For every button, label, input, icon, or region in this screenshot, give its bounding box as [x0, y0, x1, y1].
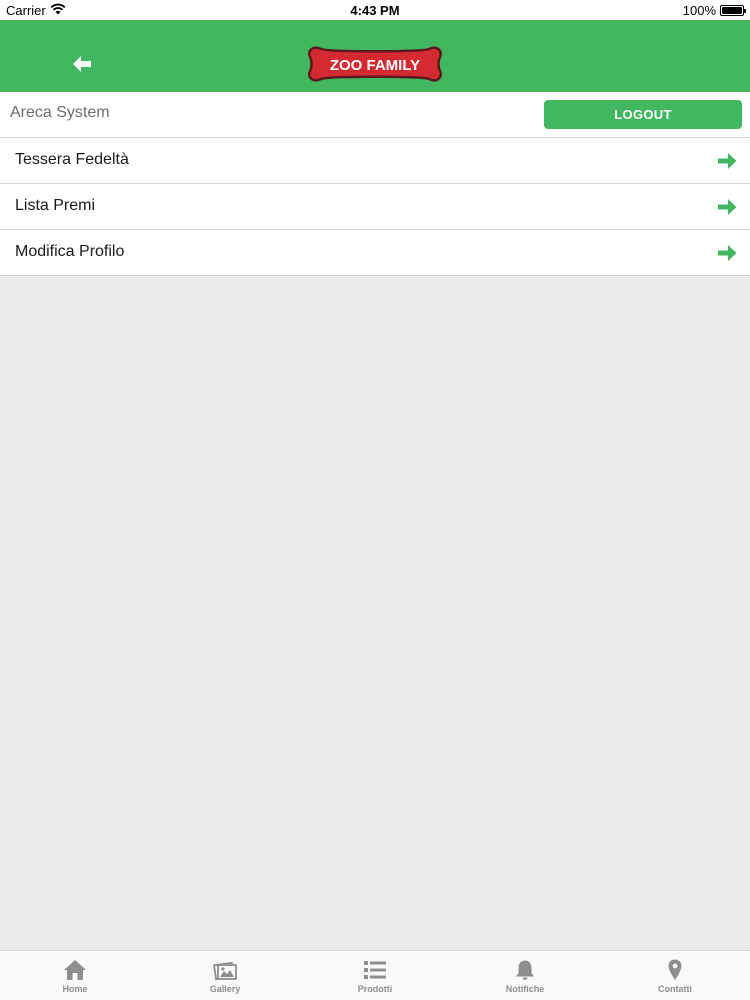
user-row: Areca System LOGOUT — [0, 92, 750, 138]
arrow-right-icon — [718, 153, 737, 169]
tab-prodotti[interactable]: Prodotti — [300, 951, 450, 1000]
tab-home[interactable]: Home — [0, 951, 150, 1000]
zoo-family-logo: ZOO FAMILY — [308, 46, 442, 82]
gallery-icon — [213, 961, 237, 981]
arrow-right-icon — [718, 245, 737, 261]
tab-bar: Home Gallery Prodotti Notifiche Contatti — [0, 950, 750, 1000]
arrow-right-icon — [718, 199, 737, 215]
tab-notifiche[interactable]: Notifiche — [450, 951, 600, 1000]
list-icon — [364, 961, 386, 979]
battery-icon — [720, 5, 746, 16]
map-pin-icon — [668, 959, 682, 980]
menu-item-label: Modifica Profilo — [15, 243, 125, 260]
back-button[interactable] — [62, 42, 102, 82]
home-icon — [64, 960, 86, 980]
user-name: Areca System — [10, 104, 110, 121]
logout-button[interactable]: LOGOUT — [544, 100, 742, 129]
tab-label: Notifiche — [505, 984, 545, 994]
tab-label: Home — [62, 984, 88, 994]
tab-label: Gallery — [209, 984, 241, 994]
tab-label: Contatti — [658, 984, 692, 994]
logo-text: ZOO FAMILY — [330, 57, 420, 74]
menu-item-modifica-profilo[interactable]: Modifica Profilo — [0, 230, 750, 276]
status-bar: Carrier 4:43 PM 100% — [0, 0, 750, 20]
status-time: 4:43 PM — [350, 3, 400, 18]
menu-item-label: Tessera Fedeltà — [15, 151, 129, 168]
back-arrow-icon — [73, 56, 91, 72]
tab-label: Prodotti — [357, 984, 393, 994]
menu-list: Tessera Fedeltà Lista Premi Modifica Pro… — [0, 138, 750, 276]
menu-item-label: Lista Premi — [15, 197, 96, 214]
tab-gallery[interactable]: Gallery — [150, 951, 300, 1000]
menu-item-lista-premi[interactable]: Lista Premi — [0, 184, 750, 230]
bell-icon — [516, 960, 534, 980]
menu-item-tessera-fedelta[interactable]: Tessera Fedeltà — [0, 138, 750, 184]
tab-contatti[interactable]: Contatti — [600, 951, 750, 1000]
battery-percentage: 100% — [682, 3, 716, 18]
